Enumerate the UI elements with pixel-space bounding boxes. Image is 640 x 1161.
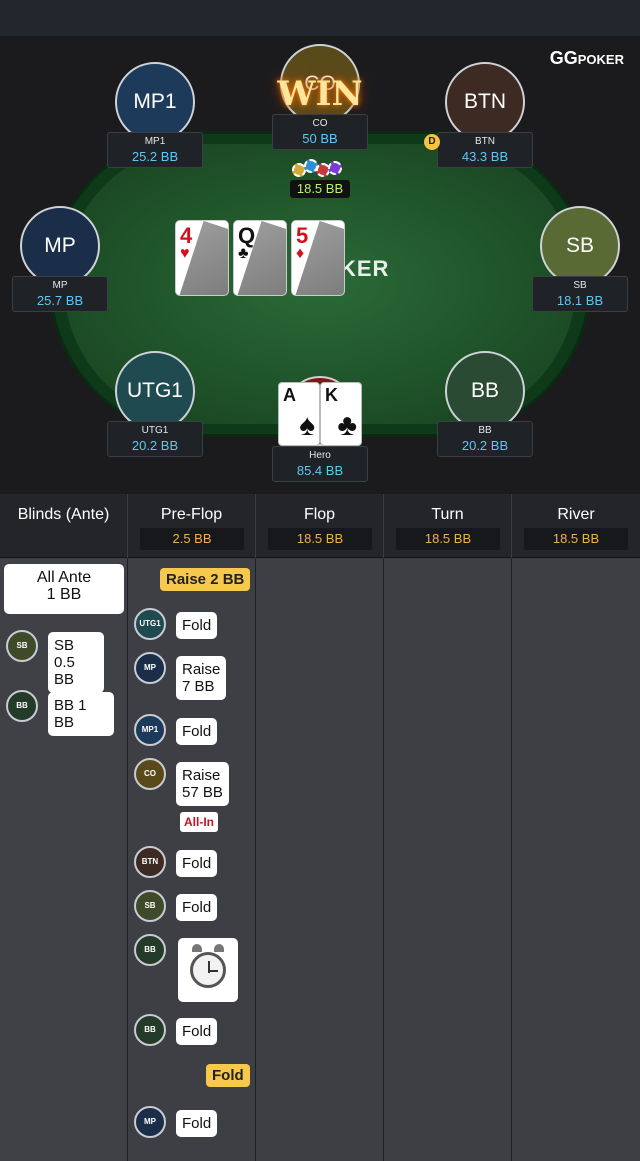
dealer-button: D [424, 134, 440, 150]
action-fold: Fold [176, 1110, 218, 1137]
community-cards: 4 ♥ Q ♣ 5 ♦ [175, 220, 345, 296]
hand-history-panel: Blinds (Ante) Pre-Flop 2.5 BB Flop 18.5 … [0, 494, 640, 1161]
avatar: BTN [445, 62, 525, 142]
board-card: 5 ♦ [291, 220, 345, 296]
timebank-bubble [178, 938, 238, 1002]
seat-sb[interactable]: SB SB 18.1 BB [532, 206, 628, 312]
street-pot: 2.5 BB [140, 528, 244, 550]
player-name: CO [312, 118, 328, 129]
nameplate: Hero 85.4 BB [272, 446, 368, 482]
board-card: 4 ♥ [175, 220, 229, 296]
preflop-column: Raise 2 BB UTG1 Fold MP Raise 7 BB MP1 F… [128, 558, 256, 1161]
alarm-clock-icon [190, 952, 226, 988]
nameplate: MP 25.7 BB [12, 276, 108, 312]
win-banner: WIN [277, 74, 363, 114]
player-stack: 43.3 BB [461, 149, 509, 164]
nameplate: MP1 25.2 BB [107, 132, 203, 168]
hero-fold-label: Fold [206, 1064, 250, 1087]
pot-amount: 18.5 BB [290, 180, 350, 198]
badge-sb: SB [6, 630, 38, 662]
player-name: SB [573, 280, 587, 291]
badge-btn: BTN [134, 846, 166, 878]
nameplate: BTN 43.3 BB [437, 132, 533, 168]
nameplate: BB 20.2 BB [437, 421, 533, 457]
action-fold: Fold [176, 850, 218, 877]
player-stack: 50 BB [302, 131, 338, 146]
turn-column [384, 558, 512, 1161]
river-column [512, 558, 640, 1161]
avatar: SB [540, 206, 620, 286]
action-fold: Fold [176, 894, 218, 921]
badge-bb: BB [134, 1014, 166, 1046]
player-name: BTN [475, 136, 495, 147]
allin-tag: All-In [180, 812, 218, 832]
hero-hole-cards: A ♠ K ♣ [278, 382, 362, 446]
street-pot: 18.5 BB [524, 528, 628, 550]
badge-sb: SB [134, 890, 166, 922]
seat-utg1[interactable]: UTG1 UTG1 20.2 BB [107, 351, 203, 457]
badge-mp1: MP1 [134, 714, 166, 746]
seat-mp1[interactable]: MP1 MP1 25.2 BB [107, 62, 203, 168]
street-header: Blinds (Ante) Pre-Flop 2.5 BB Flop 18.5 … [0, 494, 640, 558]
player-stack: 25.7 BB [36, 293, 84, 308]
nameplate: SB 18.1 BB [532, 276, 628, 312]
board-card: Q ♣ [233, 220, 287, 296]
street-pot: 18.5 BB [268, 528, 372, 550]
avatar: BB [445, 351, 525, 431]
player-stack: 20.2 BB [131, 438, 179, 453]
seat-mp[interactable]: MP MP 25.7 BB [12, 206, 108, 312]
player-name: MP1 [144, 136, 166, 147]
nameplate: UTG1 20.2 BB [107, 421, 203, 457]
action-fold: Fold [176, 1018, 218, 1045]
seat-bb[interactable]: BB BB 20.2 BB [437, 351, 533, 457]
hole-card: K ♣ [320, 382, 362, 446]
col-flop: Flop 18.5 BB [256, 494, 384, 558]
player-name: BB [478, 425, 492, 436]
player-name: Hero [309, 450, 331, 461]
col-blinds: Blinds (Ante) [0, 494, 128, 558]
player-name: UTG1 [141, 425, 169, 436]
badge-mp: MP [134, 652, 166, 684]
player-name: MP [52, 280, 68, 291]
avatar: MP1 [115, 62, 195, 142]
player-stack: 25.2 BB [131, 149, 179, 164]
flop-column [256, 558, 384, 1161]
ante-box: All Ante 1 BB [4, 564, 124, 614]
col-river: River 18.5 BB [512, 494, 640, 558]
player-stack: 18.1 BB [556, 293, 604, 308]
badge-utg1: UTG1 [134, 608, 166, 640]
action-raise: Raise 7 BB [176, 656, 227, 700]
badge-mp: MP [134, 1106, 166, 1138]
badge-co: CO [134, 758, 166, 790]
hero-raise-label: Raise 2 BB [160, 568, 251, 591]
col-preflop: Pre-Flop 2.5 BB [128, 494, 256, 558]
avatar: MP [20, 206, 100, 286]
action-bb-blind: BB 1 BB [48, 692, 114, 736]
action-sb-blind: SB 0.5 BB [48, 632, 104, 693]
nameplate: CO 50 BB [272, 114, 368, 150]
hole-card: A ♠ [278, 382, 320, 446]
pot-chips-icon [290, 159, 350, 181]
action-fold: Fold [176, 718, 218, 745]
seat-btn[interactable]: BTN BTN 43.3 BB [437, 62, 533, 168]
action-fold: Fold [176, 612, 218, 639]
street-pot: 18.5 BB [396, 528, 500, 550]
badge-bb: BB [134, 934, 166, 966]
poker-table-area: KER GGPOKER MP1 MP1 25.2 BB CO CO 50 BB … [0, 36, 640, 494]
ggpoker-logo: GGPOKER [549, 48, 624, 68]
status-bar [0, 0, 640, 36]
avatar: UTG1 [115, 351, 195, 431]
col-turn: Turn 18.5 BB [384, 494, 512, 558]
action-raise: Raise 57 BB [176, 762, 229, 806]
blinds-column: All Ante 1 BB SB SB 0.5 BB BB BB 1 BB [0, 558, 128, 1161]
badge-bb: BB [6, 690, 38, 722]
player-stack: 20.2 BB [461, 438, 509, 453]
player-stack: 85.4 BB [296, 463, 344, 478]
felt-watermark: KER [340, 256, 390, 281]
